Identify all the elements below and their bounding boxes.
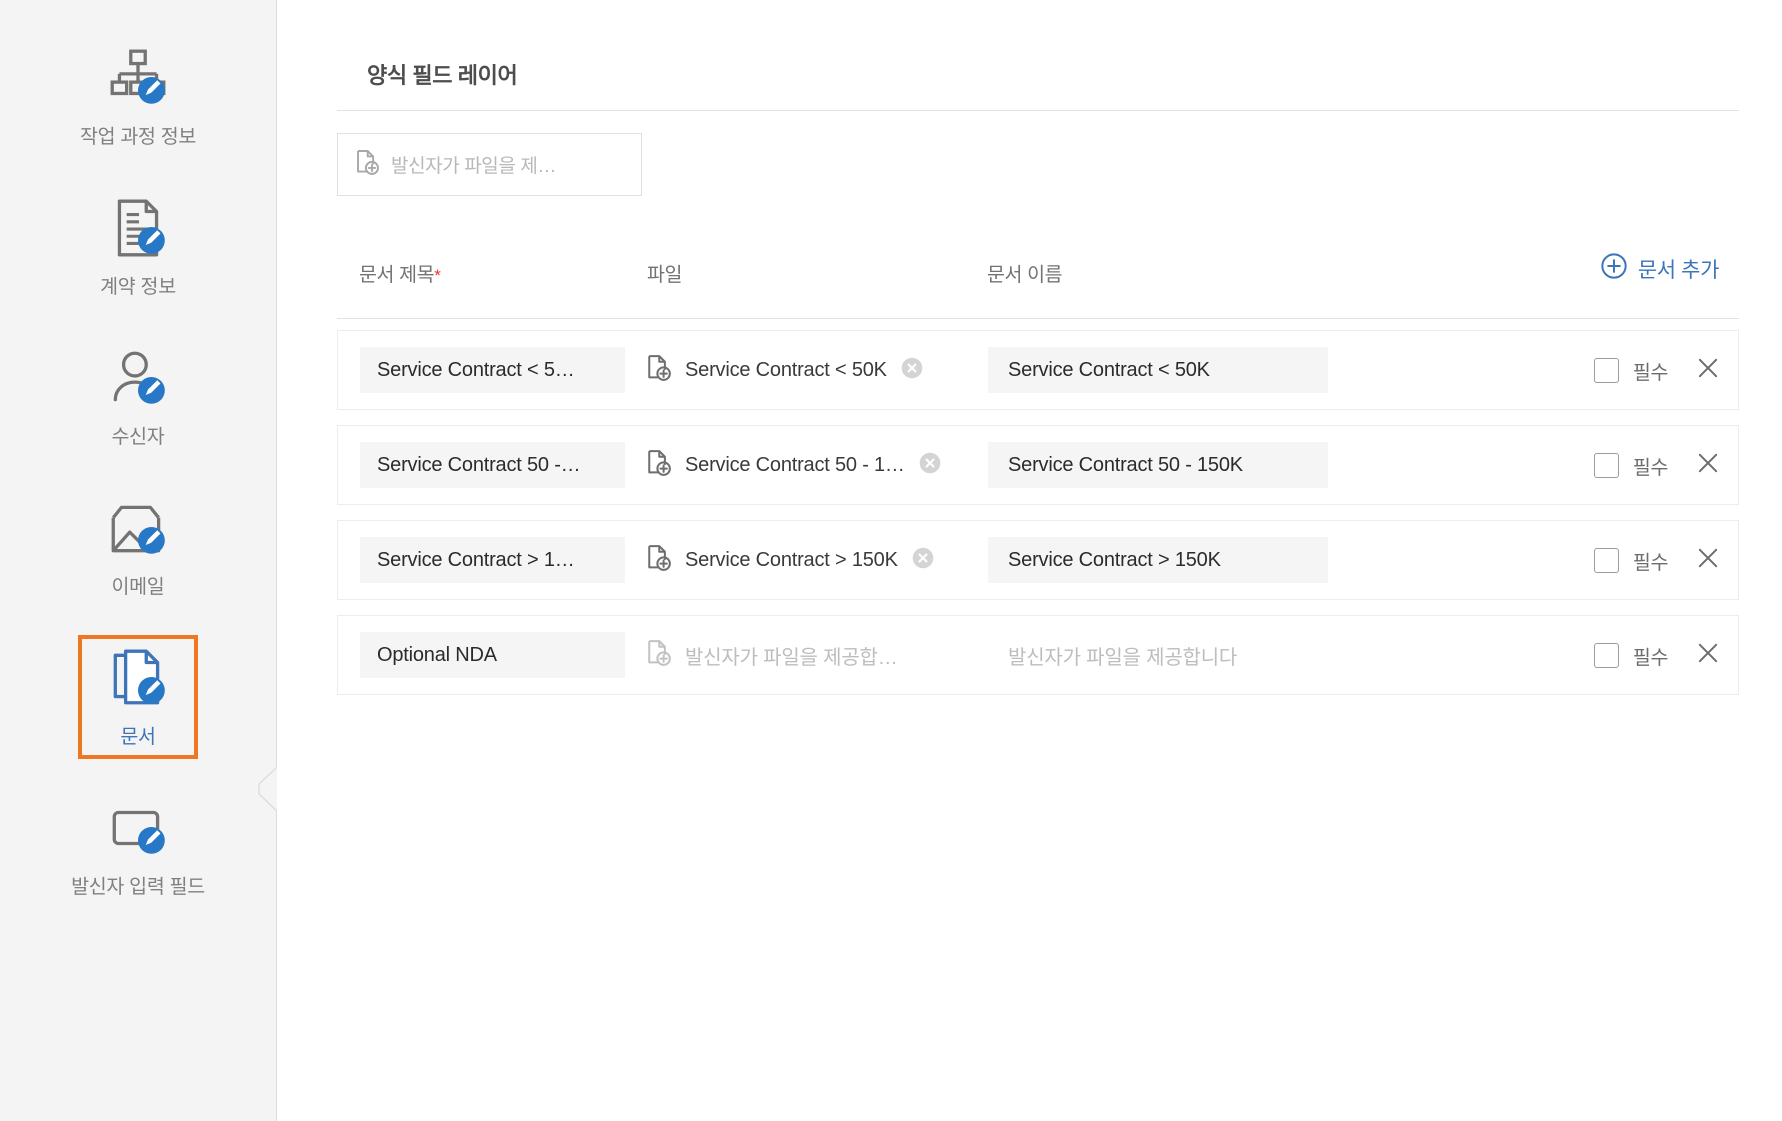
close-icon[interactable] (1694, 449, 1722, 482)
table-row: Service Contract > 1… Service Contract >… (337, 520, 1739, 600)
file-add-icon (643, 448, 673, 483)
file-cell[interactable]: Service Contract > 150K (643, 543, 983, 578)
required-checkbox-label: 필수 (1632, 646, 1668, 669)
file-cell[interactable]: Service Contract < 50K (643, 353, 983, 388)
close-icon[interactable] (1694, 354, 1722, 387)
doc-name-input[interactable]: Service Contract 50 - 150K (988, 442, 1328, 488)
file-name-value: Service Contract 50 - 1… (685, 453, 905, 476)
doc-title-value: Service Contract 50 -… (377, 453, 581, 476)
sidebar-item-email[interactable]: 이메일 (0, 472, 276, 622)
doc-title-value: Optional NDA (377, 643, 497, 666)
doc-name-placeholder: 발신자가 파일을 제공합니다 (1008, 646, 1238, 669)
doc-name-input[interactable]: Service Contract < 50K (988, 347, 1328, 393)
doc-title-input[interactable]: Service Contract < 5… (360, 347, 625, 393)
sidebar-item-label: 작업 과정 정보 (79, 126, 197, 148)
required-checkbox-label: 필수 (1632, 361, 1668, 384)
file-name-value: Service Contract > 150K (685, 548, 898, 571)
sidebar-item-sender-input-fields[interactable]: 발신자 입력 필드 (0, 772, 276, 922)
clear-circle-icon[interactable] (899, 355, 925, 386)
doc-name-value: Service Contract > 150K (1008, 548, 1221, 571)
sidebar-item-label: 문서 (120, 726, 156, 748)
table-row: Service Contract 50 -… Service Contract … (337, 425, 1739, 505)
file-add-icon (643, 543, 673, 578)
file-cell[interactable]: Service Contract 50 - 1… (643, 448, 983, 483)
sidebar-item-contract-info[interactable]: 계약 정보 (0, 172, 276, 322)
workflow-info-icon (105, 45, 171, 111)
sidebar-item-label: 발신자 입력 필드 (71, 876, 205, 898)
sidebar-item-label: 이메일 (111, 576, 165, 598)
sidebar-item-label: 계약 정보 (100, 276, 176, 298)
table-row: Service Contract < 5… Service Contract <… (337, 330, 1739, 410)
doc-name-input[interactable]: Service Contract > 150K (988, 537, 1328, 583)
doc-name-input[interactable]: 발신자가 파일을 제공합니다 (988, 632, 1328, 678)
row-actions: 필수 (1593, 449, 1722, 482)
file-add-icon (643, 638, 673, 673)
doc-title-value: Service Contract > 1… (377, 548, 575, 571)
app-root: 작업 과정 정보 계약 정보 수신자 이메일 문서 발신자 입력 필드 양식 필… (0, 0, 1782, 1121)
left-nav-sidebar: 작업 과정 정보 계약 정보 수신자 이메일 문서 발신자 입력 필드 (0, 0, 278, 1121)
required-checkbox[interactable] (1593, 547, 1619, 573)
sidebar-item-label: 수신자 (111, 426, 165, 448)
documents-icon (105, 645, 171, 711)
sidebar-item-workflow-info[interactable]: 작업 과정 정보 (0, 22, 276, 172)
row-actions: 필수 (1593, 354, 1722, 387)
column-header-label: 문서 제목 (359, 264, 435, 286)
form-field-layer-placeholder: 발신자가 파일을 제… (391, 156, 556, 177)
column-header-doc-title: 문서 제목* (359, 258, 441, 287)
required-checkbox-label: 필수 (1632, 456, 1668, 479)
sender-input-field-icon (105, 795, 171, 861)
table-header-divider (337, 318, 1739, 319)
title-divider (337, 110, 1739, 111)
table-header: 문서 제목* 파일 문서 이름 문서 추가 (337, 253, 1739, 302)
doc-title-value: Service Contract < 5… (377, 358, 575, 381)
sidebar-collapse-handle[interactable] (255, 766, 278, 812)
file-cell[interactable]: 발신자가 파일을 제공합… (643, 638, 983, 673)
row-actions: 필수 (1593, 639, 1722, 672)
column-header-file: 파일 (647, 264, 683, 286)
required-checkbox[interactable] (1593, 357, 1619, 383)
main-content: 양식 필드 레이어 발신자가 파일을 제… 문서 제목* 파일 문서 이름 문서… (277, 0, 1782, 1121)
close-icon[interactable] (1694, 639, 1722, 672)
doc-name-value: Service Contract 50 - 150K (1008, 453, 1243, 476)
add-document-label: 문서 추가 (1637, 259, 1720, 282)
clear-circle-icon[interactable] (917, 450, 943, 481)
page-title: 양식 필드 레이어 (367, 63, 518, 88)
doc-title-input[interactable]: Service Contract 50 -… (360, 442, 625, 488)
form-field-layer-picker[interactable]: 발신자가 파일을 제… (337, 133, 642, 196)
recipient-icon (105, 345, 171, 411)
sidebar-item-recipient[interactable]: 수신자 (0, 322, 276, 472)
plus-circle-icon (1600, 252, 1628, 286)
email-icon (105, 495, 171, 561)
table-row: Optional NDA 발신자가 파일을 제공합… 발신자가 파일을 제공합니… (337, 615, 1739, 695)
file-name-value: Service Contract < 50K (685, 358, 887, 381)
required-checkbox-label: 필수 (1632, 551, 1668, 574)
document-rows: Service Contract < 5… Service Contract <… (337, 330, 1739, 710)
required-checkbox[interactable] (1593, 642, 1619, 668)
add-document-button[interactable]: 문서 추가 (1600, 252, 1719, 286)
doc-title-input[interactable]: Service Contract > 1… (360, 537, 625, 583)
close-icon[interactable] (1694, 544, 1722, 577)
required-checkbox[interactable] (1593, 452, 1619, 478)
required-marker: * (434, 266, 441, 285)
doc-title-input[interactable]: Optional NDA (360, 632, 625, 678)
file-add-icon (352, 148, 381, 182)
file-add-icon (643, 353, 673, 388)
row-actions: 필수 (1593, 544, 1722, 577)
column-header-doc-name: 문서 이름 (987, 264, 1063, 286)
clear-circle-icon[interactable] (910, 545, 936, 576)
sidebar-item-documents[interactable]: 문서 (0, 622, 276, 772)
file-name-placeholder: 발신자가 파일을 제공합… (685, 646, 898, 669)
doc-name-value: Service Contract < 50K (1008, 358, 1210, 381)
contract-info-icon (105, 195, 171, 261)
